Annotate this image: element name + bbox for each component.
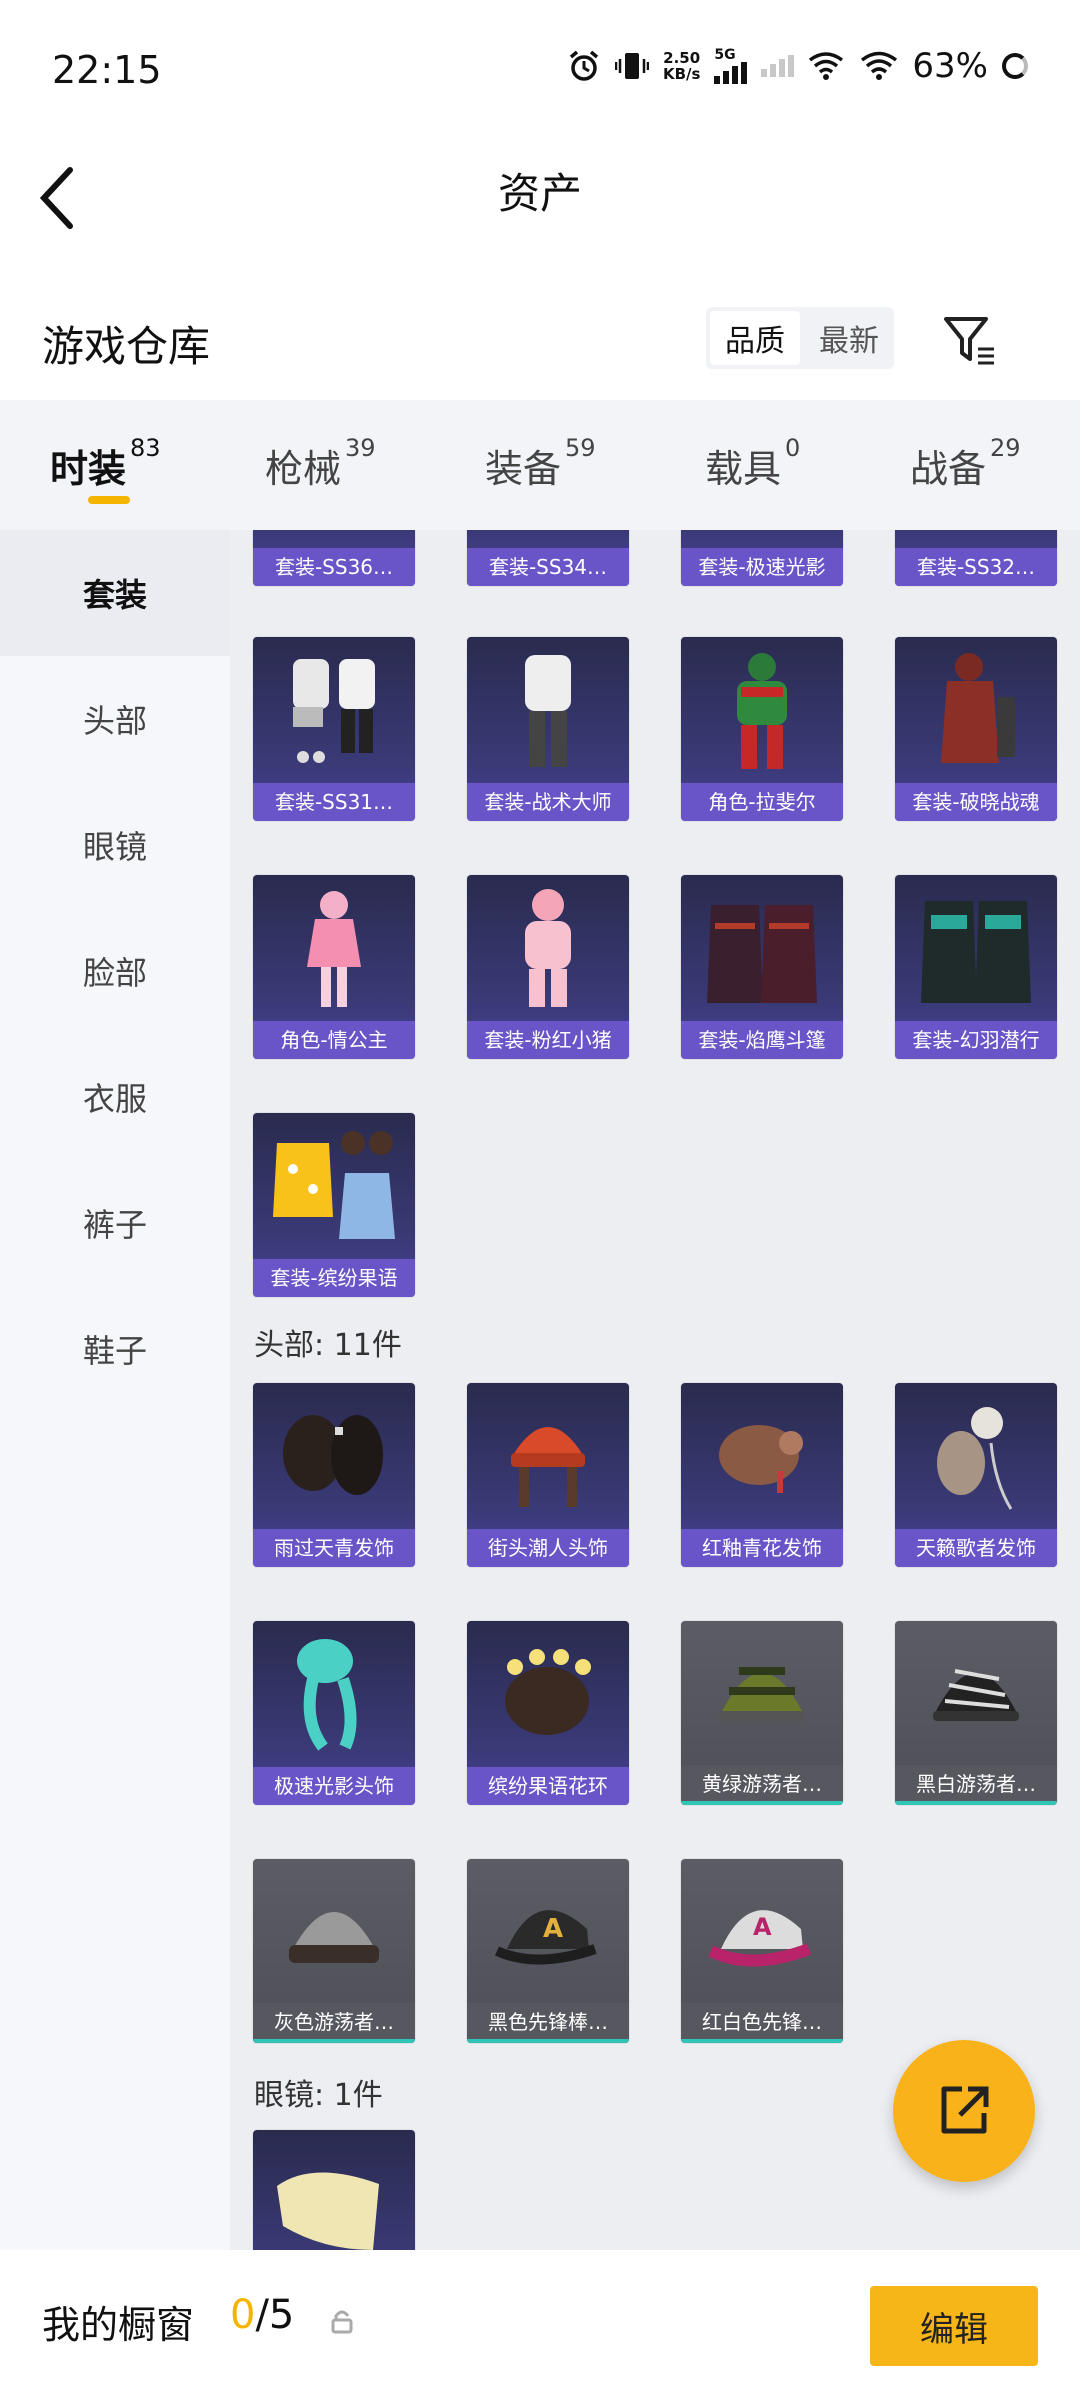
- item-card[interactable]: 套装-幻羽潜行: [895, 875, 1057, 1059]
- sidebar-item-pants[interactable]: 裤子: [0, 1160, 230, 1286]
- sidebar-item-head[interactable]: 头部: [0, 656, 230, 782]
- warehouse-title: 游戏仓库: [42, 322, 211, 371]
- signal-icon: [714, 62, 748, 84]
- sidebar-item-face[interactable]: 脸部: [0, 908, 230, 1034]
- item-card[interactable]: 街头潮人头饰: [467, 1383, 629, 1567]
- vibrate-icon: [614, 53, 649, 79]
- section-head-title: 头部: 11件: [254, 1328, 402, 1363]
- network-type: 5G: [714, 47, 736, 63]
- sidebar-item-clothes[interactable]: 衣服: [0, 1034, 230, 1160]
- tab-indicator: [88, 496, 130, 504]
- tab-battle-gear[interactable]: 战备 29: [910, 434, 1021, 493]
- character-icon: [525, 889, 571, 1007]
- battery-icon: [1002, 53, 1028, 79]
- item-card[interactable]: 套装-战术大师: [467, 637, 629, 821]
- item-card[interactable]: 套装-SS36…: [253, 530, 415, 586]
- outfit-icon: [525, 655, 571, 767]
- item-card[interactable]: [253, 2130, 415, 2250]
- hair-icon: [283, 1415, 383, 1495]
- lock-icon: [331, 2310, 353, 2334]
- outfit-icon: [941, 653, 1015, 763]
- sort-newest-button[interactable]: 最新: [804, 307, 894, 369]
- filter-icon[interactable]: [940, 311, 1000, 371]
- net-unit: KB/s: [662, 65, 701, 83]
- beanie-icon: [933, 1669, 1019, 1721]
- cap-icon: A: [708, 1910, 812, 1967]
- item-card[interactable]: 套装-破晓战魂: [895, 637, 1057, 821]
- sidebar-item-glasses[interactable]: 眼镜: [0, 782, 230, 908]
- beanie-icon: [511, 1427, 585, 1507]
- svg-text:A: A: [753, 1913, 772, 1941]
- cap-icon: A: [494, 1910, 597, 1965]
- item-card[interactable]: 套装-SS34…: [467, 530, 629, 586]
- svg-text:A: A: [543, 1914, 563, 1944]
- outfit-icon: [293, 659, 375, 763]
- character-icon: [307, 891, 361, 1007]
- item-grid: 套装-SS36… 套装-SS34… 套装-极速光影 套装-SS32… 套装-SS…: [230, 530, 1080, 2250]
- outfit-icon: [273, 1131, 395, 1239]
- beanie-icon: [719, 1667, 805, 1721]
- outfit-icon: [707, 905, 817, 1003]
- wifi-icon: [861, 51, 898, 80]
- sidebar-item-suits[interactable]: 套装: [0, 530, 230, 656]
- battery-percent: 63%: [912, 46, 988, 86]
- beanie-icon: [289, 1912, 379, 1963]
- item-card[interactable]: 套装-SS32…: [895, 530, 1057, 586]
- share-icon: [941, 2086, 989, 2134]
- item-card[interactable]: 天籁歌者发饰: [895, 1383, 1057, 1567]
- showcase-count: 0/5: [230, 2292, 295, 2338]
- sub-category-sidebar: 套装 头部 眼镜 脸部 衣服 裤子 鞋子: [0, 530, 230, 2250]
- showcase-bar: 我的橱窗 0/5 编辑: [0, 2250, 1080, 2400]
- hair-icon: [297, 1639, 357, 1751]
- tab-equipment[interactable]: 装备 59: [485, 434, 596, 493]
- tab-vehicles[interactable]: 载具 0: [705, 434, 800, 493]
- section-glasses-title: 眼镜: 1件: [254, 2078, 383, 2113]
- nav-bar: 资产: [0, 140, 1080, 260]
- hair-icon: [719, 1425, 803, 1493]
- flower-crown-icon: [505, 1649, 591, 1735]
- status-bar: 22:15 2.50 KB/s 5G 63%: [0, 0, 1080, 140]
- page-title: 资产: [497, 169, 582, 218]
- tab-fashion[interactable]: 时装 83: [50, 434, 161, 493]
- item-card[interactable]: 角色-拉斐尔: [681, 637, 843, 821]
- item-card[interactable]: 雨过天青发饰: [253, 1383, 415, 1567]
- edit-button[interactable]: 编辑: [870, 2286, 1038, 2366]
- character-icon: [737, 653, 787, 769]
- sort-toggle: 品质 最新: [706, 307, 894, 369]
- item-card[interactable]: 极速光影头饰: [253, 1621, 415, 1805]
- hair-icon: [937, 1407, 1013, 1510]
- glasses-icon: [277, 2172, 379, 2250]
- sidebar-item-shoes[interactable]: 鞋子: [0, 1286, 230, 1412]
- item-card[interactable]: 套装-极速光影: [681, 530, 843, 586]
- tab-guns[interactable]: 枪械 39: [265, 434, 376, 493]
- item-card[interactable]: A 黑色先锋棒…: [467, 1859, 629, 2043]
- signal-2-icon: [761, 55, 795, 77]
- item-card[interactable]: 套装-粉红小猪: [467, 875, 629, 1059]
- item-card[interactable]: 红釉青花发饰: [681, 1383, 843, 1567]
- item-card[interactable]: 角色-情公主: [253, 875, 415, 1059]
- net-speed: 2.50: [663, 49, 701, 67]
- item-card[interactable]: 黄绿游荡者…: [681, 1621, 843, 1805]
- item-card[interactable]: A 红白色先锋…: [681, 1859, 843, 2043]
- alarm-icon: [569, 50, 599, 81]
- warehouse-header: 游戏仓库 品质 最新: [0, 285, 1080, 400]
- showcase-label: 我的橱窗: [42, 2303, 195, 2347]
- share-button[interactable]: [893, 2040, 1035, 2182]
- item-card[interactable]: 缤纷果语花环: [467, 1621, 629, 1805]
- category-tabs: 时装 83 枪械 39 装备 59 载具 0 战备 29: [0, 400, 1080, 530]
- clock: 22:15: [52, 48, 162, 92]
- item-card[interactable]: 黑白游荡者…: [895, 1621, 1057, 1805]
- wifi-plus-icon: [809, 52, 844, 80]
- item-card[interactable]: 套装-缤纷果语: [253, 1113, 415, 1297]
- sort-quality-button[interactable]: 品质: [710, 311, 800, 365]
- item-card[interactable]: 套装-SS31…: [253, 637, 415, 821]
- item-card[interactable]: 套装-焰鹰斗篷: [681, 875, 843, 1059]
- outfit-icon: [921, 901, 1031, 1003]
- item-card[interactable]: 灰色游荡者…: [253, 1859, 415, 2043]
